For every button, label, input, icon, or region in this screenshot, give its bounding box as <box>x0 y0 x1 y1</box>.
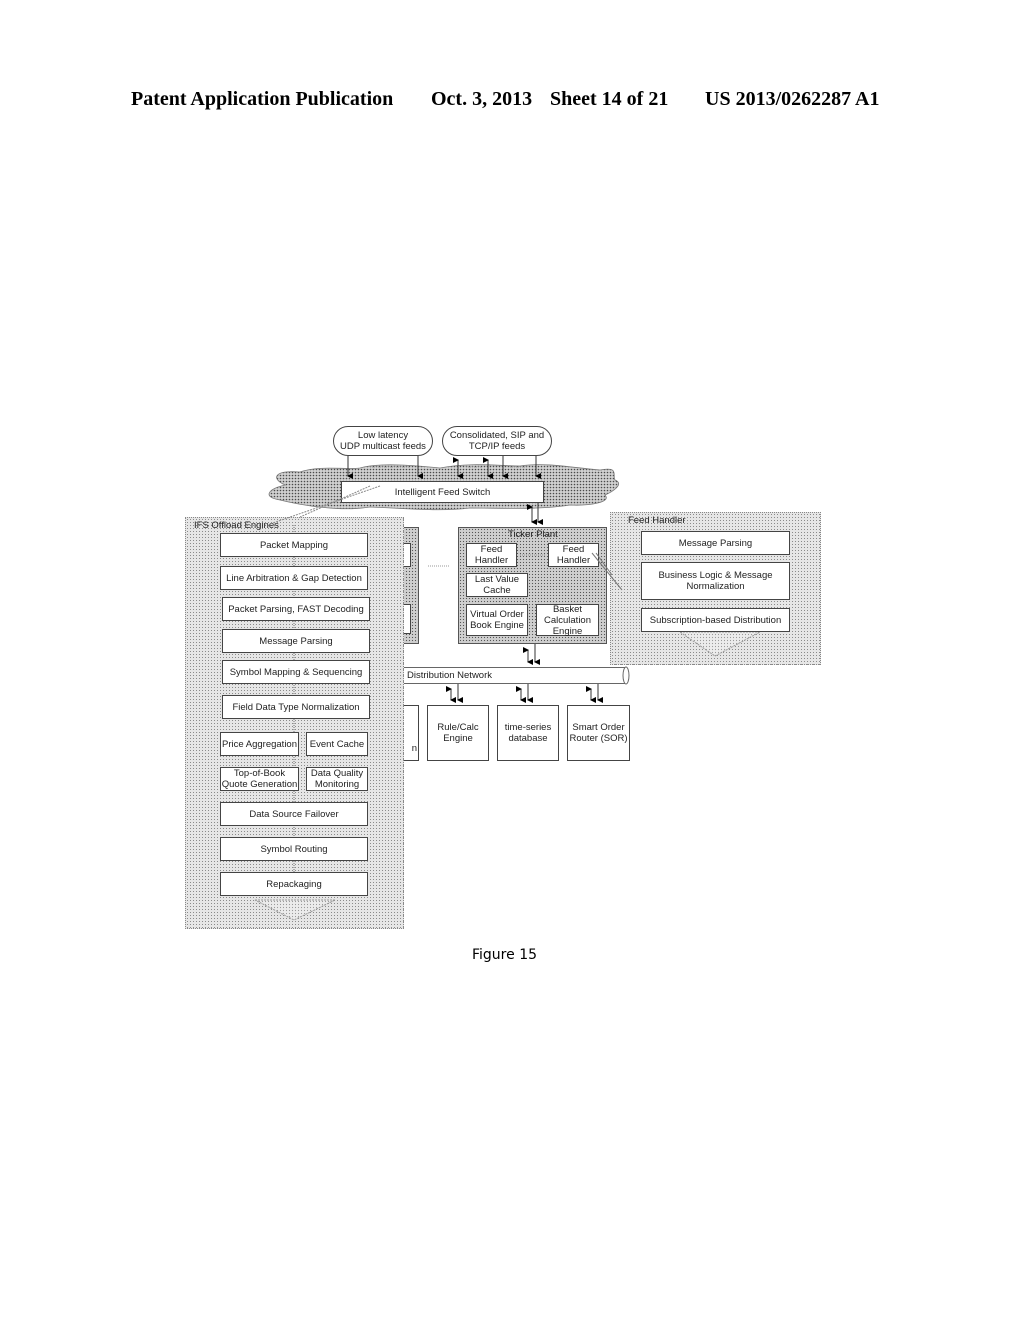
figure-caption: Figure 15 <box>472 947 538 963</box>
connector-arrows <box>347 456 603 703</box>
